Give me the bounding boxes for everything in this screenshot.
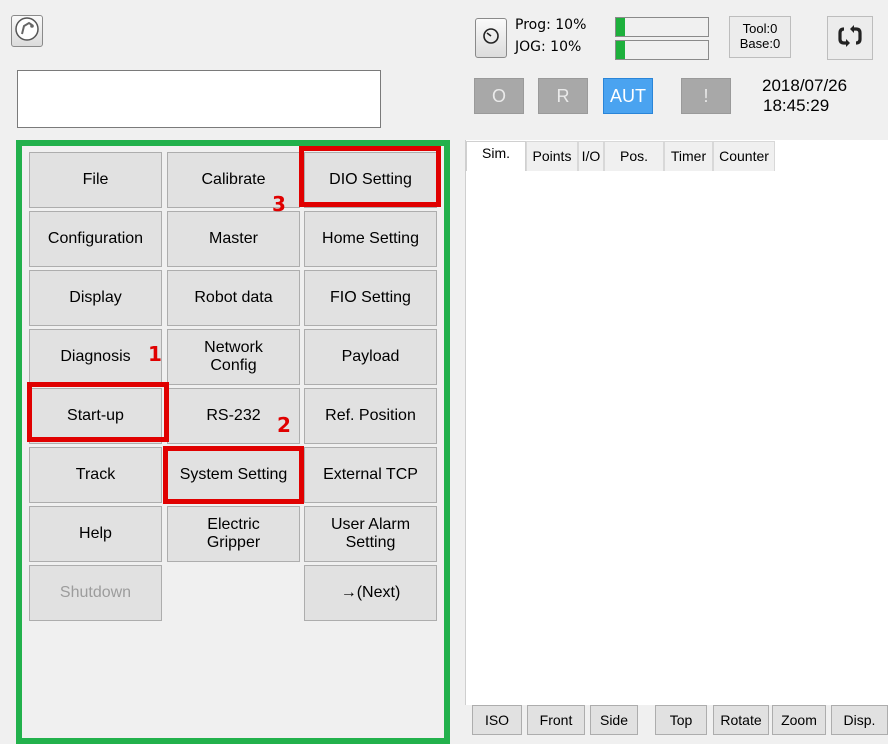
menu-electric-gripper[interactable]: Electric Gripper (167, 506, 300, 562)
view-iso-button[interactable]: ISO (472, 705, 522, 735)
tab-counter[interactable]: Counter (713, 141, 775, 171)
tab-sim[interactable]: Sim. (466, 141, 526, 171)
tool-base-button[interactable]: Tool:0 Base:0 (729, 16, 791, 58)
speedometer-icon (482, 27, 500, 50)
menu-master[interactable]: Master (167, 211, 300, 267)
prog-speed-label: Prog: 10% (515, 17, 587, 33)
highlight-system-setting (163, 446, 304, 504)
step-number-3: 3 (272, 192, 286, 216)
step-number-1: 1 (148, 342, 162, 366)
view-zoom-button[interactable]: Zoom (772, 705, 826, 735)
tab-io[interactable]: I/O (578, 141, 604, 171)
menu-external-tcp[interactable]: External TCP (304, 447, 437, 503)
refresh-button[interactable] (827, 16, 873, 60)
menu-fio-setting[interactable]: FIO Setting (304, 270, 437, 326)
jog-speed-fill (616, 41, 626, 59)
time-label: 18:45:29 (763, 96, 830, 115)
robot-arm-icon (14, 16, 40, 47)
prog-speed-bar (615, 17, 709, 37)
view-side-button[interactable]: Side (590, 705, 638, 735)
step-number-2: 2 (277, 413, 291, 437)
jog-speed-bar (615, 40, 709, 60)
menu-configuration[interactable]: Configuration (29, 211, 162, 267)
menu-diagnosis[interactable]: Diagnosis (29, 329, 162, 385)
menu-shutdown[interactable]: Shutdown (29, 565, 162, 621)
menu-file[interactable]: File (29, 152, 162, 208)
base-label: Base:0 (739, 36, 781, 51)
date-label: 2018/07/26 (762, 76, 848, 95)
view-rotate-button[interactable]: Rotate (713, 705, 769, 735)
mode-r-button[interactable]: R (538, 78, 588, 114)
simulation-view[interactable] (465, 140, 888, 705)
menu-next[interactable]: →(Next) (304, 565, 437, 621)
mode-aut-button[interactable]: AUT (603, 78, 653, 114)
prog-speed-fill (616, 18, 626, 36)
highlight-dio-setting (299, 146, 441, 207)
menu-ref-position[interactable]: Ref. Position (304, 388, 437, 444)
menu-track[interactable]: Track (29, 447, 162, 503)
menu-home-setting[interactable]: Home Setting (304, 211, 437, 267)
tool-label: Tool:0 (742, 21, 778, 36)
highlight-start-up (27, 382, 169, 442)
menu-network-config[interactable]: Network Config (167, 329, 300, 385)
jog-speed-label: JOG: 10% (515, 39, 582, 55)
message-box (17, 70, 381, 128)
mode-o-button[interactable]: O (474, 78, 524, 114)
alarm-button[interactable]: ! (681, 78, 731, 114)
tab-pos[interactable]: Pos. (604, 141, 664, 171)
refresh-icon (837, 24, 863, 53)
tab-timer[interactable]: Timer (664, 141, 713, 171)
view-top-button[interactable]: Top (655, 705, 707, 735)
robot-logo-button[interactable] (11, 15, 43, 47)
view-disp-button[interactable]: Disp. (831, 705, 888, 735)
menu-user-alarm-setting[interactable]: User Alarm Setting (304, 506, 437, 562)
datetime-display: 2018/07/26 18:45:29 (762, 76, 847, 116)
menu-robot-data[interactable]: Robot data (167, 270, 300, 326)
menu-help[interactable]: Help (29, 506, 162, 562)
menu-payload[interactable]: Payload (304, 329, 437, 385)
speed-button[interactable] (475, 18, 507, 58)
tab-points[interactable]: Points (526, 141, 578, 171)
view-front-button[interactable]: Front (527, 705, 585, 735)
menu-display[interactable]: Display (29, 270, 162, 326)
